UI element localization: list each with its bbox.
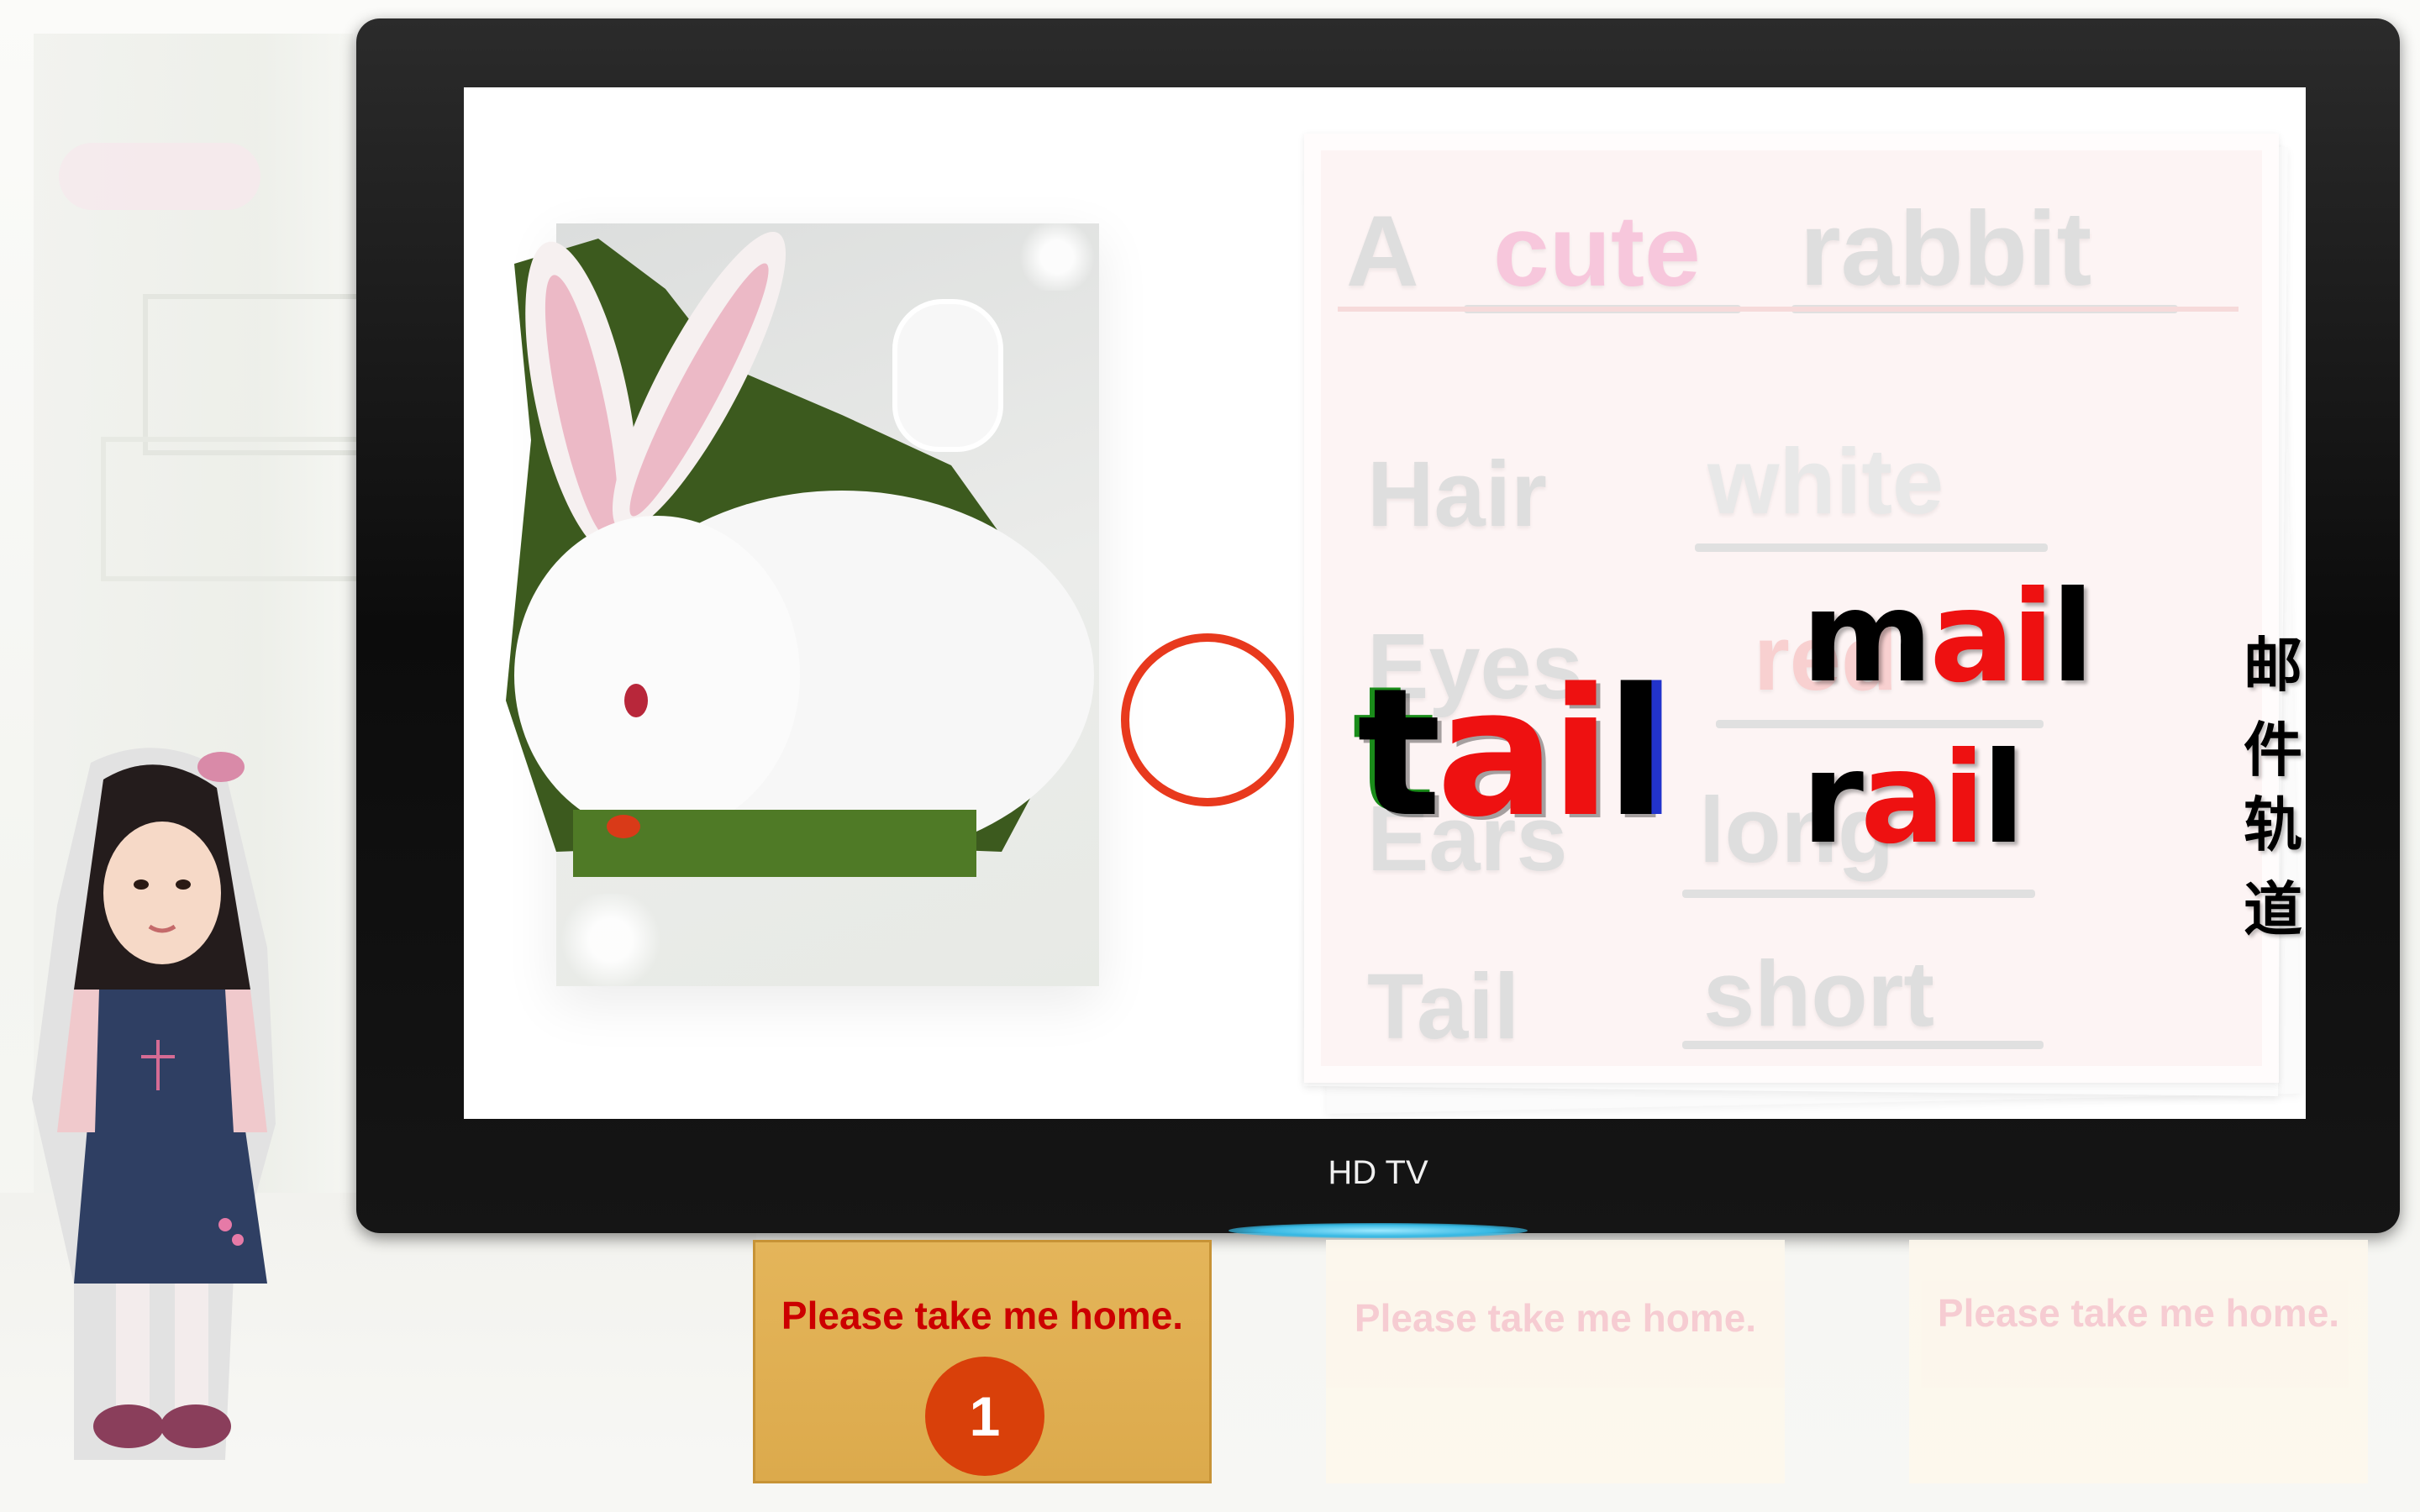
word-rime: ai bbox=[1860, 726, 1986, 872]
answer-underline bbox=[1682, 1041, 2044, 1049]
card-title-noun: rabbit bbox=[1800, 191, 2092, 307]
background-decoration bbox=[59, 143, 260, 210]
word-meaning: 邮件 bbox=[2244, 630, 2306, 785]
background-shelf-box bbox=[143, 294, 371, 455]
description-card: A cute rabbit Hair white Eyes red Ears l… bbox=[1304, 134, 2279, 1083]
home-card-faded[interactable]: Please take me home. bbox=[1909, 1240, 2368, 1483]
tv-brand-label: HD TV bbox=[1328, 1154, 1428, 1191]
word-onset: m bbox=[1802, 564, 1933, 711]
phonics-word-rail: rail bbox=[1802, 736, 2025, 862]
card-row-value: white bbox=[1707, 430, 1944, 533]
card-divider bbox=[1338, 307, 2238, 312]
girl-character bbox=[32, 748, 276, 1460]
tv-power-light bbox=[1228, 1223, 1528, 1238]
word-rime: ai bbox=[1436, 650, 1611, 856]
word-coda: l bbox=[2050, 564, 2094, 711]
background-shelf-box bbox=[101, 437, 363, 581]
answer-underline bbox=[1695, 543, 2048, 552]
word-coda: l bbox=[1606, 650, 1666, 856]
card-row-label: Hair bbox=[1367, 443, 1547, 546]
word-onset: t bbox=[1357, 650, 1441, 856]
card-row-label: Tail bbox=[1367, 955, 1520, 1058]
word-meaning: 轨道 bbox=[2244, 790, 2306, 944]
card-row-value: short bbox=[1703, 942, 1934, 1046]
main-phonics-word: tail bbox=[1357, 665, 1666, 842]
card-title-adjective: cute bbox=[1493, 195, 1701, 307]
description-card-inner: A cute rabbit Hair white Eyes red Ears l… bbox=[1321, 150, 2262, 1066]
home-card-text: Please take me home. bbox=[1937, 1291, 2340, 1335]
card-title-article: A bbox=[1346, 195, 1419, 307]
word-coda: l bbox=[1981, 726, 2025, 872]
tail-highlight-circle bbox=[1121, 633, 1294, 806]
home-card-active[interactable]: Please take me home. 1 bbox=[753, 1240, 1212, 1483]
rabbit-image bbox=[506, 231, 1094, 877]
home-card-faded[interactable]: Please take me home. bbox=[1326, 1240, 1785, 1483]
home-card-text: Please take me home. bbox=[1354, 1296, 1757, 1340]
word-onset: r bbox=[1802, 726, 1864, 872]
tv-frame: A cute rabbit Hair white Eyes red Ears l… bbox=[356, 18, 2400, 1238]
home-card-number-badge: 1 bbox=[925, 1357, 1044, 1476]
word-rime: ai bbox=[1929, 564, 2054, 711]
tv-screen: A cute rabbit Hair white Eyes red Ears l… bbox=[464, 87, 2306, 1119]
answer-underline bbox=[1682, 890, 2035, 898]
phonics-word-mail: mail bbox=[1802, 575, 2094, 701]
home-card-text: Please take me home. bbox=[781, 1294, 1184, 1337]
